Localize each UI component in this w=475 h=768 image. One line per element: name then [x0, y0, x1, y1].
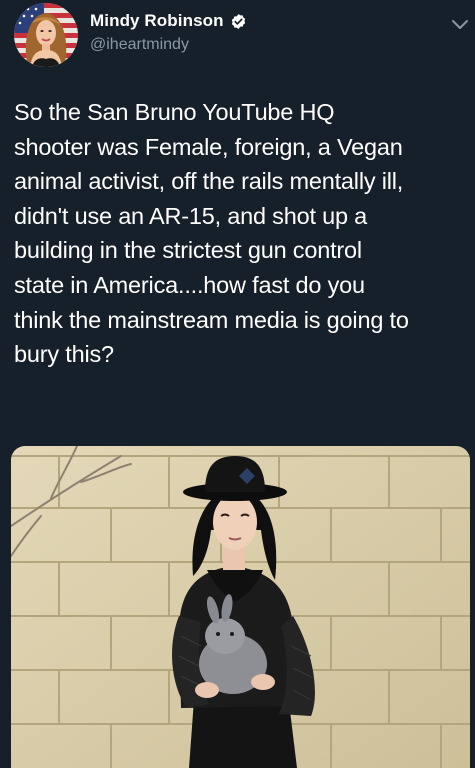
author-info: Mindy Robinson @iheartmindy: [90, 10, 247, 54]
photo-image: [11, 446, 470, 768]
tweet-text-line: think the mainstream media is going to: [14, 306, 409, 333]
avatar-image: [14, 3, 78, 67]
tweet-text-line: building in the strictest gun control: [14, 237, 362, 264]
tweet-text-line: didn't use an AR-15, and shot up a: [14, 202, 368, 229]
tweet-text-line: state in America....how fast do you: [14, 271, 365, 298]
tweet-text-line: animal activist, off the rails mentally …: [14, 168, 404, 195]
tweet-photo[interactable]: [11, 446, 470, 768]
tweet-text-line: So the San Bruno YouTube HQ: [14, 99, 335, 125]
author-handle[interactable]: @iheartmindy: [90, 36, 247, 54]
chevron-down-icon[interactable]: [451, 18, 469, 30]
tweet-text-line: shooter was Female, foreign, a Vegan: [14, 133, 403, 160]
tweet-card: Mindy Robinson @iheartmindy So the San B…: [0, 0, 475, 768]
tweet-text-line: bury this?: [14, 341, 114, 368]
verified-badge-icon: [230, 13, 247, 30]
display-name-row: Mindy Robinson: [90, 10, 247, 32]
tweet-text: So the San Bruno YouTube HQ shooter was …: [14, 95, 469, 372]
author-avatar[interactable]: [14, 3, 78, 67]
author-display-name[interactable]: Mindy Robinson: [90, 11, 224, 31]
